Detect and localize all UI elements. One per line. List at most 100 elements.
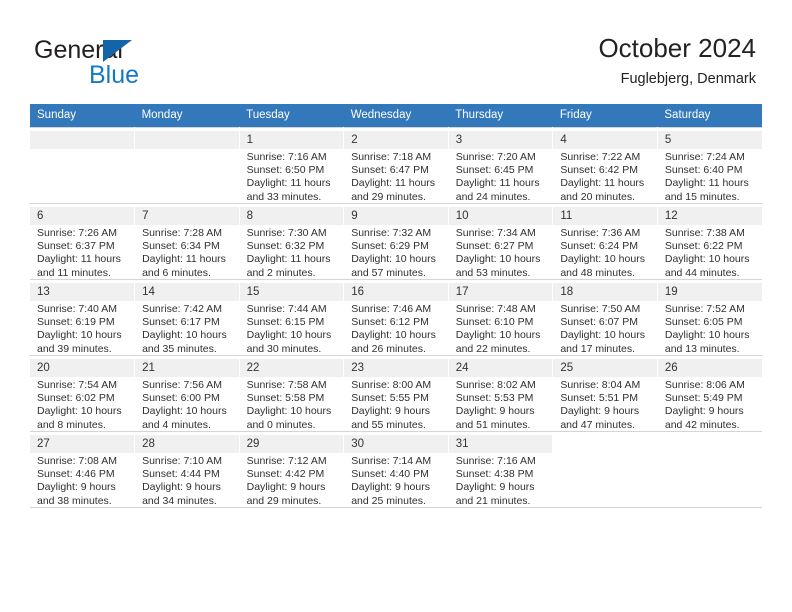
- daylight-duration-line2: and 8 minutes.: [37, 418, 106, 431]
- calendar-day-cell[interactable]: 26 Sunrise: 8:06 AM Sunset: 5:49 PM Dayligh…: [657, 355, 762, 432]
- calendar-day-cell[interactable]: 21 Sunrise: 7:56 AM Sunset: 6:00 PM Dayligh…: [134, 355, 240, 432]
- daylight-duration-line1: Daylight: 10 hours: [455, 253, 541, 266]
- daylight-duration-line2: and 38 minutes.: [37, 494, 112, 507]
- daylight-duration-line1: Daylight: 9 hours: [246, 481, 326, 494]
- day-number: 5: [657, 131, 762, 149]
- calendar-day-cell[interactable]: 10 Sunrise: 7:34 AM Sunset: 6:27 PM Dayligh…: [448, 203, 554, 280]
- daylight-duration-line1: Daylight: 10 hours: [142, 329, 227, 342]
- calendar-day-cell[interactable]: 8 Sunrise: 7:30 AM Sunset: 6:32 PM Daylight…: [239, 203, 345, 280]
- calendar-day-cell[interactable]: 19 Sunrise: 7:52 AM Sunset: 6:05 PM Dayligh…: [657, 279, 762, 356]
- calendar-day-cell[interactable]: 11 Sunrise: 7:36 AM Sunset: 6:24 PM Dayligh…: [552, 203, 658, 280]
- calendar-day-cell[interactable]: 2 Sunrise: 7:18 AM Sunset: 6:47 PM Daylight…: [343, 127, 449, 204]
- sunrise-sunset-calendar: Sunday Monday Tuesday Wednesday Thursday…: [30, 104, 762, 508]
- day-number: 22: [239, 359, 344, 377]
- day-number: 25: [553, 359, 657, 377]
- daylight-duration-line1: Daylight: 10 hours: [37, 329, 122, 342]
- daylight-duration-line1: Daylight: 9 hours: [664, 405, 744, 418]
- calendar-day-cell[interactable]: 23 Sunrise: 8:00 AM Sunset: 5:55 PM Dayligh…: [343, 355, 449, 432]
- calendar-day-cell[interactable]: 4 Sunrise: 7:22 AM Sunset: 6:42 PM Daylight…: [552, 127, 658, 204]
- day-sun-info: Sunrise: 7:30 AM Sunset: 6:32 PM Daylight:…: [247, 227, 338, 280]
- daylight-duration-line2: and 47 minutes.: [560, 418, 636, 431]
- sunrise-time: Sunrise: 7:30 AM: [246, 227, 327, 239]
- calendar-day-cell[interactable]: 14 Sunrise: 7:42 AM Sunset: 6:17 PM Dayligh…: [134, 279, 240, 356]
- sunrise-time: Sunrise: 7:54 AM: [37, 379, 117, 391]
- day-number: 27: [30, 435, 135, 453]
- calendar-day-cell[interactable]: 24 Sunrise: 8:02 AM Sunset: 5:53 PM Dayligh…: [448, 355, 554, 432]
- day-sun-info: Sunrise: 7:34 AM Sunset: 6:27 PM Daylight:…: [456, 227, 547, 280]
- daylight-duration-line2: and 48 minutes.: [560, 266, 636, 279]
- daylight-duration-line2: and 29 minutes.: [351, 190, 426, 203]
- daylight-duration-line2: and 30 minutes.: [246, 342, 322, 355]
- day-number: 10: [448, 207, 553, 225]
- calendar-day-cell[interactable]: 16 Sunrise: 7:46 AM Sunset: 6:12 PM Dayligh…: [343, 279, 449, 356]
- sunset-time: Sunset: 4:44 PM: [142, 468, 220, 481]
- calendar-day-cell[interactable]: 5 Sunrise: 7:24 AM Sunset: 6:40 PM Daylight…: [657, 127, 762, 204]
- calendar-day-cell[interactable]: 31 Sunrise: 7:16 AM Sunset: 4:38 PM Dayligh…: [448, 431, 554, 508]
- calendar-cell-empty: [552, 431, 658, 508]
- calendar-cell-empty: [134, 127, 240, 204]
- day-sun-info: Sunrise: 7:52 AM Sunset: 6:05 PM Daylight:…: [665, 303, 756, 356]
- calendar-day-cell[interactable]: 18 Sunrise: 7:50 AM Sunset: 6:07 PM Dayligh…: [552, 279, 658, 356]
- sunset-time: Sunset: 6:42 PM: [560, 164, 638, 177]
- calendar-day-cell[interactable]: 22 Sunrise: 7:58 AM Sunset: 5:58 PM Dayligh…: [239, 355, 345, 432]
- day-number: 19: [657, 283, 762, 301]
- sunrise-time: Sunrise: 8:04 AM: [560, 379, 641, 391]
- sunrise-time: Sunrise: 7:46 AM: [351, 303, 432, 315]
- daylight-duration-line1: Daylight: 10 hours: [664, 329, 750, 342]
- calendar-day-cell[interactable]: 1 Sunrise: 7:16 AM Sunset: 6:50 PM Daylight…: [239, 127, 345, 204]
- weekday-header-saturday: Saturday: [657, 104, 762, 128]
- calendar-day-cell[interactable]: 6 Sunrise: 7:26 AM Sunset: 6:37 PM Daylight…: [30, 203, 136, 280]
- calendar-day-cell[interactable]: 3 Sunrise: 7:20 AM Sunset: 6:45 PM Daylight…: [448, 127, 554, 204]
- daylight-duration-line2: and 39 minutes.: [37, 342, 112, 355]
- day-sun-info: Sunrise: 7:20 AM Sunset: 6:45 PM Daylight:…: [456, 151, 547, 204]
- daylight-duration-line1: Daylight: 9 hours: [142, 481, 221, 494]
- title-block: October 2024 Fuglebjerg, Denmark: [336, 32, 756, 89]
- calendar-day-cell[interactable]: 13 Sunrise: 7:40 AM Sunset: 6:19 PM Dayligh…: [30, 279, 136, 356]
- calendar-day-cell[interactable]: 12 Sunrise: 7:38 AM Sunset: 6:22 PM Dayligh…: [657, 203, 762, 280]
- day-number: 4: [553, 131, 657, 149]
- day-sun-info: Sunrise: 8:06 AM Sunset: 5:49 PM Daylight:…: [665, 379, 756, 432]
- sunrise-time: Sunrise: 8:00 AM: [351, 379, 432, 391]
- sunset-time: Sunset: 6:02 PM: [37, 392, 115, 405]
- daylight-duration-line1: Daylight: 10 hours: [351, 329, 436, 342]
- day-number: 16: [344, 283, 448, 301]
- calendar-day-cell[interactable]: 28 Sunrise: 7:10 AM Sunset: 4:44 PM Dayligh…: [134, 431, 240, 508]
- sunset-time: Sunset: 4:42 PM: [246, 468, 325, 481]
- calendar-day-cell[interactable]: 9 Sunrise: 7:32 AM Sunset: 6:29 PM Daylight…: [343, 203, 449, 280]
- sunrise-time: Sunrise: 7:50 AM: [560, 303, 641, 315]
- day-number: 18: [553, 283, 657, 301]
- calendar-day-cell[interactable]: 20 Sunrise: 7:54 AM Sunset: 6:02 PM Dayligh…: [30, 355, 136, 432]
- sunset-time: Sunset: 6:50 PM: [246, 164, 325, 177]
- day-sun-info: Sunrise: 7:46 AM Sunset: 6:12 PM Daylight:…: [351, 303, 442, 356]
- daylight-duration-line1: Daylight: 10 hours: [455, 329, 541, 342]
- sunrise-time: Sunrise: 7:16 AM: [455, 455, 536, 467]
- day-sun-info: Sunrise: 7:32 AM Sunset: 6:29 PM Daylight:…: [351, 227, 442, 280]
- calendar-day-cell[interactable]: 30 Sunrise: 7:14 AM Sunset: 4:40 PM Dayligh…: [343, 431, 449, 508]
- daylight-duration-line1: Daylight: 9 hours: [351, 481, 430, 494]
- weekday-header-monday: Monday: [134, 104, 240, 128]
- calendar-day-cell[interactable]: 17 Sunrise: 7:48 AM Sunset: 6:10 PM Dayligh…: [448, 279, 554, 356]
- day-number: 11: [553, 207, 657, 225]
- day-number: 14: [135, 283, 239, 301]
- sunset-time: Sunset: 6:07 PM: [560, 316, 638, 329]
- calendar-day-cell[interactable]: 29 Sunrise: 7:12 AM Sunset: 4:42 PM Dayligh…: [239, 431, 345, 508]
- calendar-day-cell[interactable]: 25 Sunrise: 8:04 AM Sunset: 5:51 PM Dayligh…: [552, 355, 658, 432]
- sunset-time: Sunset: 6:15 PM: [246, 316, 325, 329]
- daylight-duration-line2: and 20 minutes.: [560, 190, 636, 203]
- calendar-day-cell[interactable]: 7 Sunrise: 7:28 AM Sunset: 6:34 PM Daylight…: [134, 203, 240, 280]
- day-number: 13: [30, 283, 135, 301]
- calendar-day-cell[interactable]: 15 Sunrise: 7:44 AM Sunset: 6:15 PM Dayligh…: [239, 279, 345, 356]
- calendar-body: 1 Sunrise: 7:16 AM Sunset: 6:50 PM Daylight…: [30, 127, 762, 508]
- day-sun-info: Sunrise: 7:28 AM Sunset: 6:34 PM Daylight:…: [142, 227, 233, 280]
- day-sun-info: Sunrise: 8:02 AM Sunset: 5:53 PM Daylight:…: [456, 379, 547, 432]
- sunrise-time: Sunrise: 7:56 AM: [142, 379, 223, 391]
- daylight-duration-line2: and 44 minutes.: [664, 266, 740, 279]
- day-sun-info: Sunrise: 7:36 AM Sunset: 6:24 PM Daylight:…: [560, 227, 651, 280]
- sunrise-time: Sunrise: 7:26 AM: [37, 227, 117, 239]
- sunset-time: Sunset: 6:00 PM: [142, 392, 220, 405]
- calendar-day-cell[interactable]: 27 Sunrise: 7:08 AM Sunset: 4:46 PM Dayligh…: [30, 431, 136, 508]
- day-number: 1: [239, 131, 344, 149]
- sunset-time: Sunset: 4:46 PM: [37, 468, 115, 481]
- day-sun-info: Sunrise: 7:24 AM Sunset: 6:40 PM Daylight:…: [665, 151, 756, 204]
- calendar-week-row: 6 Sunrise: 7:26 AM Sunset: 6:37 PM Daylight…: [30, 203, 762, 280]
